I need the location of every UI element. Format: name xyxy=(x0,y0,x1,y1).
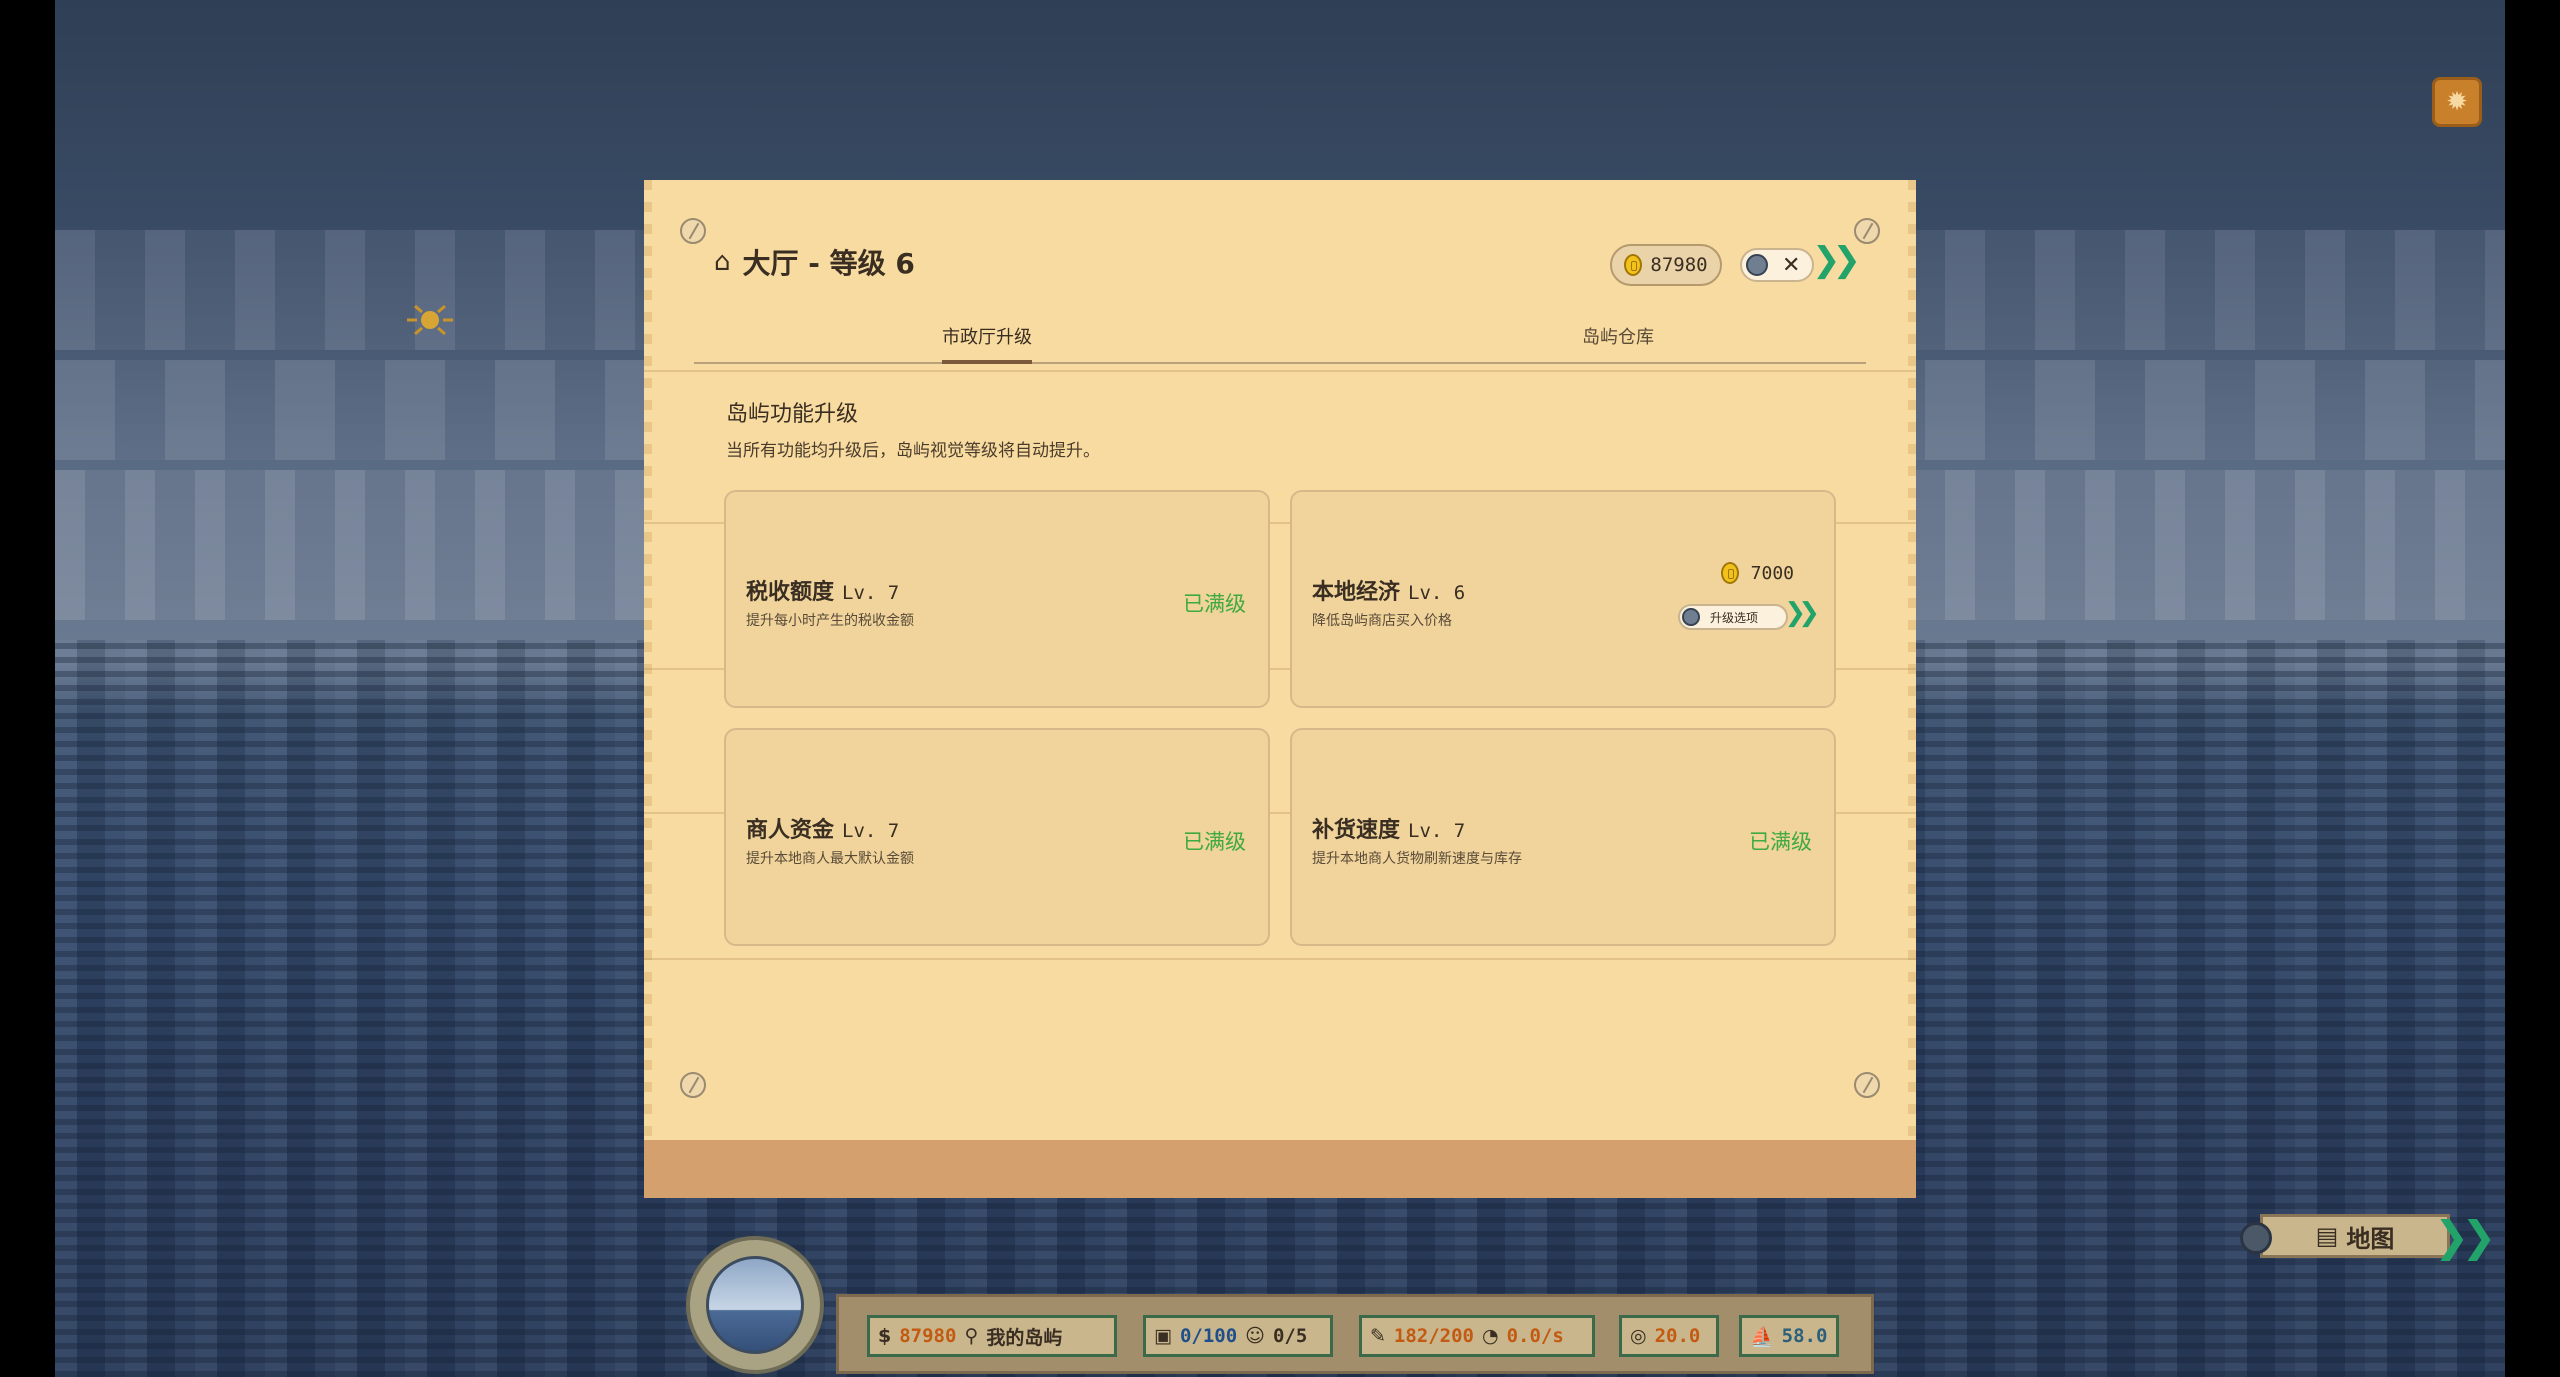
card-name: 补货速度 Lv. 7 xyxy=(1312,812,1465,844)
hud-rate: 0.0/s xyxy=(1506,1325,1564,1347)
map-label: 地图 xyxy=(2346,1224,2395,1253)
wrench-icon: ✎ xyxy=(1370,1325,1386,1347)
hud-gold: 87980 xyxy=(899,1325,957,1347)
timer-icon: ◔ xyxy=(1482,1325,1499,1347)
card-level: Lv. 7 xyxy=(1408,820,1466,842)
hud-location: 我的岛屿 xyxy=(986,1326,1063,1349)
modal-edge xyxy=(644,180,652,1198)
hud-stat1-value: 20.0 xyxy=(1654,1325,1701,1347)
tab-hall-upgrade[interactable]: 市政厅升级 xyxy=(942,308,1032,364)
hud-durability-value: 182/200 xyxy=(1393,1325,1474,1347)
close-button[interactable]: ✕ xyxy=(1740,248,1814,282)
gamepad-button-icon xyxy=(1746,254,1768,276)
map-icon: ▤ xyxy=(2315,1222,2339,1250)
maxed-badge: 已满级 xyxy=(1183,830,1246,854)
modal-footer xyxy=(644,1140,1916,1198)
card-description: 提升本地商人最大默认金额 xyxy=(746,851,914,867)
tab-island-warehouse[interactable]: 岛屿仓库 xyxy=(1582,308,1654,364)
chevron-right-icon: ❯❯ xyxy=(1784,598,1819,628)
hud-stat-2: ⛵ 58.0 xyxy=(1739,1315,1839,1357)
tab-label: 市政厅升级 xyxy=(942,327,1032,348)
hud-stat2-value: 58.0 xyxy=(1781,1325,1828,1347)
debug-button[interactable]: ✹ xyxy=(2432,77,2482,127)
modal-title: 大厅 - 等级 6 xyxy=(742,247,915,280)
plank-line xyxy=(644,958,1916,960)
upgrade-card-economy: 本地经济 Lv. 6 降低岛屿商店买入价格 7000 升级选项 ❯❯ xyxy=(1290,490,1836,708)
hud-durability: ✎ 182/200 ◔ 0.0/s xyxy=(1359,1315,1595,1357)
screw-icon xyxy=(1854,1072,1880,1098)
hud-gold-location: $ 87980 ⚲ 我的岛屿 xyxy=(867,1315,1117,1357)
location-pin-icon: ⚲ xyxy=(964,1325,979,1347)
gamepad-button-icon xyxy=(2240,1222,2272,1254)
maxed-badge: 已满级 xyxy=(1749,830,1812,854)
card-title: 税收额度 xyxy=(746,580,835,605)
coin-balance: 87980 xyxy=(1610,244,1722,286)
dollar-icon: $ xyxy=(878,1325,892,1347)
coin-amount: 87980 xyxy=(1650,254,1708,276)
screw-icon xyxy=(680,218,706,244)
card-name: 税收额度 Lv. 7 xyxy=(746,574,899,606)
coin-icon xyxy=(1624,254,1643,276)
island-portrait[interactable] xyxy=(686,1236,824,1374)
plank-line xyxy=(644,370,1916,372)
card-description: 提升每小时产生的税收金额 xyxy=(746,613,914,629)
gamepad-button-icon xyxy=(1682,608,1700,626)
upgrade-price: 7000 xyxy=(1720,562,1794,584)
modal-title-row: ⌂ 大厅 - 等级 6 xyxy=(714,242,915,282)
map-button[interactable]: ▤ 地图 ❯❯ xyxy=(2240,1210,2496,1262)
section-title: 岛屿功能升级 xyxy=(726,402,859,427)
cloud-icon xyxy=(706,1256,804,1354)
upgrade-button[interactable]: 升级选项 xyxy=(1678,604,1788,630)
target-icon: ◎ xyxy=(1630,1325,1647,1347)
screw-icon xyxy=(680,1072,706,1098)
cargo-icon: ▣ xyxy=(1154,1325,1172,1347)
price-amount: 7000 xyxy=(1750,562,1794,584)
hud-cargo-crew: ▣ 0/100 ☺ 0/5 xyxy=(1143,1315,1333,1357)
active-tab-indicator xyxy=(942,360,1032,364)
upgrade-card-merchant-funds: 商人资金 Lv. 7 提升本地商人最大默认金额 已满级 xyxy=(724,728,1270,946)
status-bar: $ 87980 ⚲ 我的岛屿 ▣ 0/100 ☺ 0/5 ✎ 182/200 ◔… xyxy=(836,1294,1874,1374)
tab-bar: 市政厅升级 岛屿仓库 xyxy=(694,308,1866,364)
home-icon: ⌂ xyxy=(714,247,731,277)
hud-stat-1: ◎ 20.0 xyxy=(1619,1315,1719,1357)
card-level: Lv. 7 xyxy=(842,582,900,604)
chevron-right-icon: ❯❯ xyxy=(1812,240,1861,280)
card-level: Lv. 6 xyxy=(1408,582,1466,604)
modal-edge xyxy=(1908,180,1916,1198)
hud-cargo: 0/100 xyxy=(1179,1325,1238,1347)
close-icon: ✕ xyxy=(1782,252,1801,278)
card-description: 提升本地商人货物刷新速度与库存 xyxy=(1312,851,1522,867)
bug-icon: ✹ xyxy=(2446,87,2468,117)
card-name: 商人资金 Lv. 7 xyxy=(746,812,899,844)
card-title: 补货速度 xyxy=(1312,818,1401,843)
card-name: 本地经济 Lv. 6 xyxy=(1312,574,1465,606)
upgrade-label: 升级选项 xyxy=(1710,610,1759,625)
screw-icon xyxy=(1854,218,1880,244)
sun-icon xyxy=(407,304,453,336)
ship-icon: ⛵ xyxy=(1750,1325,1774,1348)
tab-label: 岛屿仓库 xyxy=(1582,327,1654,348)
chevron-right-icon: ❯❯ xyxy=(2434,1212,2496,1261)
upgrade-card-tax: 税收额度 Lv. 7 提升每小时产生的税收金额 已满级 xyxy=(724,490,1270,708)
coin-icon xyxy=(1720,562,1739,584)
card-level: Lv. 7 xyxy=(842,820,900,842)
crew-icon: ☺ xyxy=(1245,1325,1265,1347)
section-description: 当所有功能均升级后，岛屿视觉等级将自动提升。 xyxy=(726,441,1100,461)
card-title: 本地经济 xyxy=(1312,580,1401,605)
map-pill: ▤ 地图 xyxy=(2260,1214,2450,1258)
maxed-badge: 已满级 xyxy=(1183,592,1246,616)
card-title: 商人资金 xyxy=(746,818,835,843)
upgrade-card-restock-speed: 补货速度 Lv. 7 提升本地商人货物刷新速度与库存 已满级 xyxy=(1290,728,1836,946)
hall-upgrade-modal: ⌂ 大厅 - 等级 6 87980 ✕ ❯❯ 市政厅升级 岛屿仓库 岛屿功能升级… xyxy=(644,180,1916,1198)
card-description: 降低岛屿商店买入价格 xyxy=(1312,613,1452,629)
hud-crew: 0/5 xyxy=(1272,1325,1308,1347)
